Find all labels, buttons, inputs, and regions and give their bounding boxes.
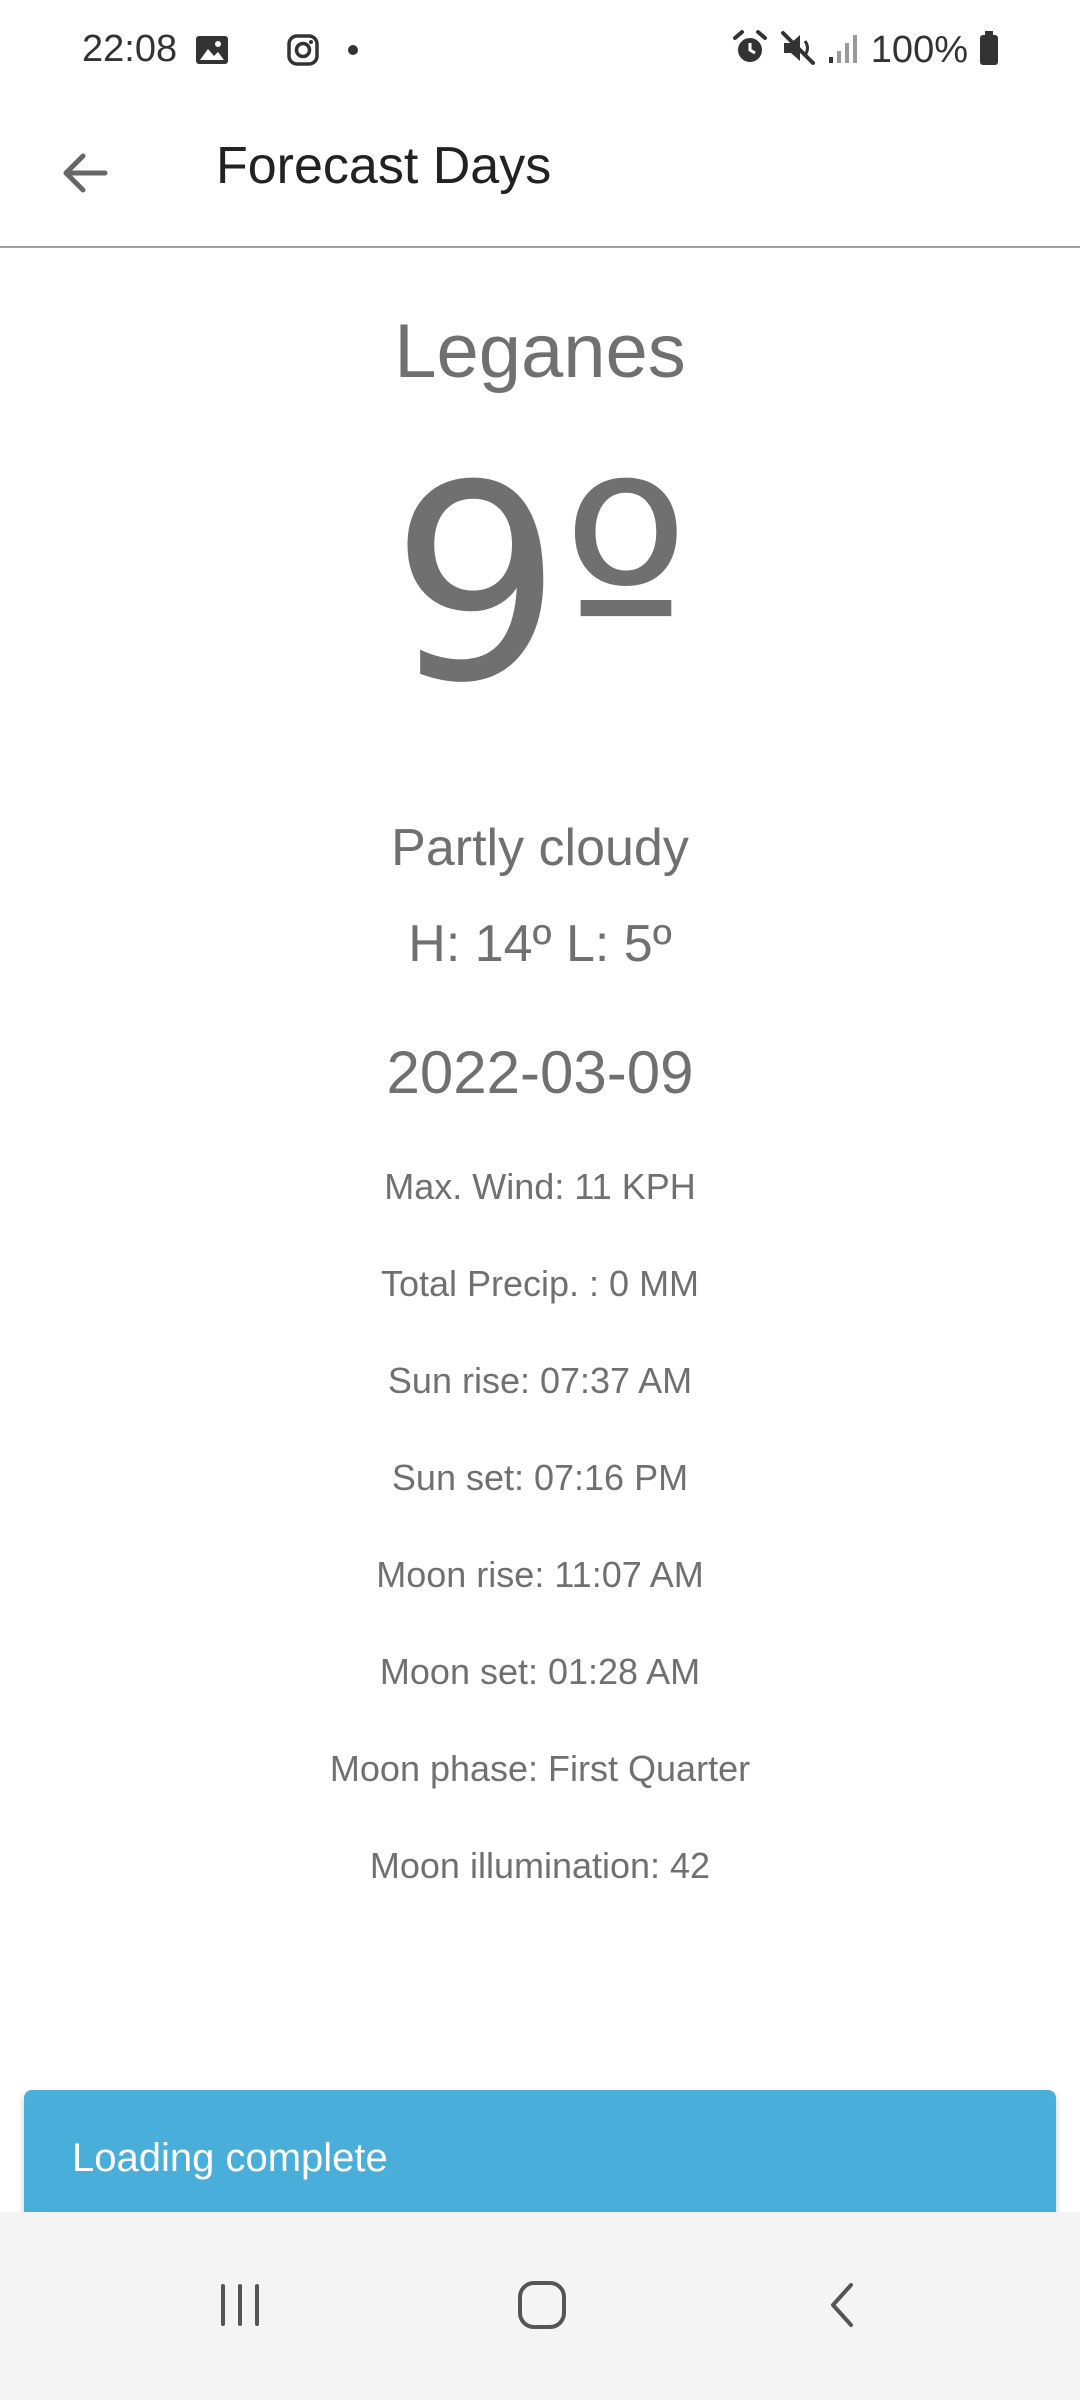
city-name: Leganes (394, 309, 686, 394)
battery-percent: 100% (870, 28, 968, 71)
signal-icon (827, 31, 861, 70)
moon-phase: Moon phase: First Quarter (329, 1748, 751, 1789)
snackbar: Loading complete (24, 2090, 1056, 2230)
back-button[interactable] (40, 130, 130, 220)
home-icon (515, 2278, 569, 2337)
weather-condition: Partly cloudy (391, 819, 689, 877)
status-time: 22:08 (82, 28, 178, 70)
moon-illumination: Moon illumination: 42 (369, 1845, 711, 1886)
status-right-group: 100% (731, 26, 1000, 74)
instagram-icon (286, 30, 320, 70)
moon-set: Moon set: 01:28 AM (379, 1651, 701, 1692)
app-bar: Forecast Days (0, 100, 1080, 248)
high-low-temp: H: 14º L: 5º (408, 915, 672, 973)
forecast-date: 2022-03-09 (386, 1039, 694, 1106)
status-bar: 22:08 100% (0, 0, 1080, 100)
image-icon (194, 30, 230, 70)
alarm-icon (731, 29, 769, 72)
page-title: Forecast Days (216, 137, 552, 195)
arrow-back-icon (57, 145, 113, 206)
moon-rise: Moon rise: 11:07 AM (376, 1554, 704, 1595)
home-button[interactable] (482, 2252, 602, 2362)
sun-set: Sun set: 07:16 PM (391, 1457, 689, 1498)
battery-icon (978, 30, 1000, 71)
dot-icon (346, 30, 360, 70)
system-nav-bar (0, 2212, 1080, 2400)
snackbar-message: Loading complete (72, 2136, 388, 2180)
recents-button[interactable] (180, 2252, 300, 2362)
max-wind: Max. Wind: 11 KPH (384, 1166, 696, 1207)
nav-back-button[interactable] (784, 2252, 904, 2362)
back-icon (819, 2280, 869, 2335)
temperature: 9º (390, 427, 690, 742)
total-precip: Total Precip. : 0 MM (380, 1263, 700, 1304)
recents-icon (215, 2280, 265, 2335)
mute-icon (779, 29, 817, 72)
sun-rise: Sun rise: 07:37 AM (387, 1360, 693, 1401)
